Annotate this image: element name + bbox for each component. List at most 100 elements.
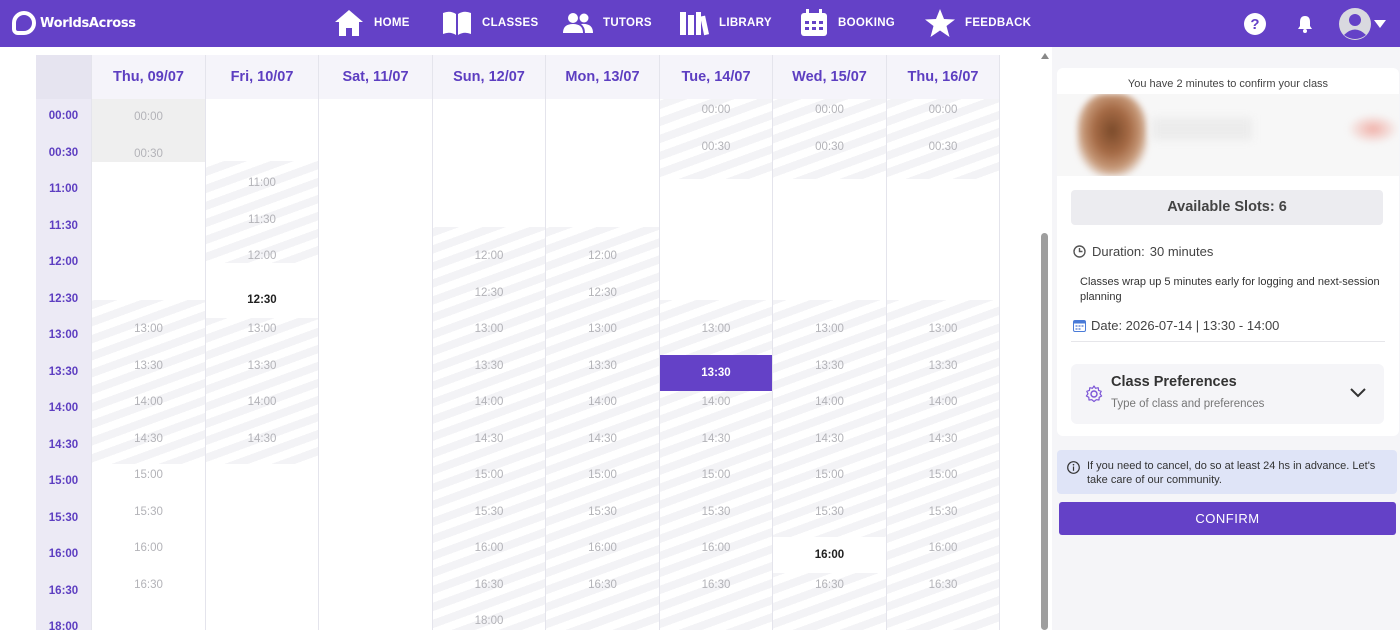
- time-slot: 16:30: [134, 578, 163, 591]
- class-preferences-accordion[interactable]: Class Preferences Type of class and pref…: [1071, 364, 1384, 424]
- time-label: 11:00: [49, 183, 78, 195]
- time-slot: 15:30: [815, 505, 844, 518]
- time-slot: 14:00: [247, 396, 277, 408]
- time-slot: 13:30: [134, 359, 163, 372]
- library-icon: [680, 12, 709, 36]
- nav-feedback[interactable]: FEEDBACK: [925, 8, 1031, 38]
- time-slot: 14:00: [588, 396, 617, 408]
- time-slot: 00:00: [815, 104, 844, 116]
- time-label: 12:30: [48, 292, 79, 305]
- day-column: Sat, 11/07: [318, 55, 432, 630]
- time-slot: 00:00: [134, 111, 163, 123]
- day-column: Thu, 09/07 00:00 00:30 13:00 13:30 14:00 14:30…: [91, 55, 205, 630]
- time-slot: 18:00: [474, 615, 504, 627]
- nav-tutors-label: TUTORS: [603, 17, 652, 29]
- nav-feedback-label: FEEDBACK: [965, 17, 1032, 29]
- time-slot: 15:30: [474, 505, 504, 518]
- scroll-up-arrow-icon[interactable]: [1041, 53, 1049, 59]
- top-navbar: WorldsAcross HOME CLASSES TUTORS LIBRARY…: [0, 0, 1400, 47]
- time-slot: 14:30: [815, 432, 844, 445]
- home-icon: [335, 10, 363, 36]
- time-label: 16:30: [48, 584, 79, 597]
- time-slot: 16:00: [474, 542, 504, 554]
- confirm-timer-note: You have 2 minutes to confirm your class: [1127, 78, 1329, 90]
- settings-gear-icon: [1085, 385, 1103, 403]
- time-slot: 13:00: [247, 323, 277, 335]
- nav-home[interactable]: HOME: [334, 8, 410, 38]
- cancellation-info-text: If you need to cancel, do so at least 24…: [1087, 460, 1376, 486]
- time-slot: 00:00: [701, 104, 731, 116]
- time-slot: 14:30: [474, 432, 504, 445]
- time-slot: 16:00: [701, 542, 731, 554]
- time-label: 13:30: [48, 365, 79, 378]
- time-label: 15:30: [48, 511, 79, 524]
- scrollbar-thumb[interactable]: [1041, 233, 1048, 630]
- user-menu[interactable]: [1338, 0, 1386, 47]
- time-slot: 12:00: [474, 250, 504, 262]
- day-column: Fri, 10/07 11:00 11:30 12:00 12:30 13:00 13:30…: [205, 55, 318, 630]
- time-slot: 00:00: [928, 104, 958, 116]
- tutor-avatar: [1077, 94, 1147, 176]
- booking-calendar: 00:00 00:30 11:00 11:30 12:00 12:30 13:00 13:30…: [36, 55, 1000, 633]
- nav-tutors[interactable]: TUTORS: [563, 8, 652, 38]
- bell-icon: [1298, 15, 1312, 33]
- time-slot: 13:00: [588, 323, 617, 335]
- class-date-text: Date: 2026-07-14 | 13:30 - 14:00: [1091, 318, 1280, 333]
- day-header: Wed, 15/07: [773, 55, 886, 99]
- time-slot: 13:00: [701, 323, 731, 335]
- time-slot: 12:00: [588, 250, 617, 262]
- notifications-button[interactable]: [1297, 0, 1313, 47]
- time-slot: 15:00: [815, 469, 844, 481]
- time-slot: 00:30: [701, 140, 731, 153]
- selected-time-slot[interactable]: 13:30: [660, 354, 772, 391]
- day-header: Sat, 11/07: [319, 55, 432, 99]
- time-column: 00:00 00:30 11:00 11:30 12:00 12:30 13:00 13:30…: [36, 55, 91, 633]
- brand-logo[interactable]: WorldsAcross: [12, 10, 136, 36]
- nav-booking[interactable]: BOOKING: [800, 8, 895, 38]
- book-icon: [443, 11, 471, 35]
- nav-booking-label: BOOKING: [838, 17, 896, 29]
- time-slot: 13:00: [134, 323, 163, 335]
- star-icon: [925, 9, 955, 37]
- time-slot: 16:30: [815, 578, 844, 591]
- corner-cell: [36, 55, 91, 99]
- time-label: 00:00: [48, 110, 79, 122]
- time-slot: 15:30: [701, 505, 731, 518]
- time-label: 18:00: [48, 621, 79, 633]
- brand-name: WorldsAcross: [40, 15, 136, 31]
- time-label: 15:00: [48, 475, 79, 487]
- info-icon: [1067, 461, 1080, 474]
- day-header: Mon, 13/07: [546, 55, 659, 99]
- wrap-up-note: Classes wrap up 5 minutes early for logg…: [1080, 276, 1380, 303]
- time-slot: 16:30: [928, 578, 958, 591]
- confirm-button[interactable]: CONFIRM: [1059, 502, 1396, 535]
- expand-chevron-icon[interactable]: [1350, 388, 1366, 398]
- time-label: 16:00: [48, 548, 79, 560]
- time-label: 13:00: [48, 329, 79, 341]
- avatar-icon: [1339, 7, 1371, 40]
- nav-classes[interactable]: CLASSES: [442, 8, 538, 38]
- day-column: Mon, 13/07 12:00 12:30 13:00 13:30 14:00 14:30…: [545, 55, 659, 630]
- available-time-slot[interactable]: 12:30: [206, 281, 318, 318]
- nav-classes-label: CLASSES: [482, 17, 539, 29]
- time-slot: 13:00: [815, 323, 844, 335]
- nav-library[interactable]: LIBRARY: [679, 8, 772, 38]
- day-column: Thu, 16/07 00:00 00:30 13:00 13:30 14:00 14:30…: [886, 55, 1000, 630]
- calendar-scrollbar[interactable]: [1038, 53, 1052, 630]
- time-slot: 00:30: [815, 140, 844, 153]
- tutor-flag-redacted: [1347, 114, 1399, 144]
- time-slot: 13:30: [474, 359, 504, 372]
- date-row: Date: 2026-07-14 | 13:30 - 14:00: [1073, 318, 1279, 333]
- duration-label: Duration:: [1092, 244, 1145, 259]
- available-time-slot[interactable]: 16:00: [773, 537, 886, 573]
- duration-value: 30 minutes: [1149, 244, 1214, 259]
- time-slot: 13:30: [928, 359, 958, 372]
- tutor-name-redacted: [1152, 118, 1252, 140]
- calendar-small-icon: [1073, 320, 1086, 332]
- time-slot: 15:30: [134, 505, 163, 518]
- time-label: 12:00: [48, 256, 79, 268]
- time-slot: 16:30: [588, 578, 617, 591]
- time-slot: 14:00: [134, 396, 163, 408]
- help-button[interactable]: ?: [1243, 0, 1267, 47]
- day-column: Wed, 15/07 00:00 00:30 13:00 13:30 14:00 14:30…: [772, 55, 886, 630]
